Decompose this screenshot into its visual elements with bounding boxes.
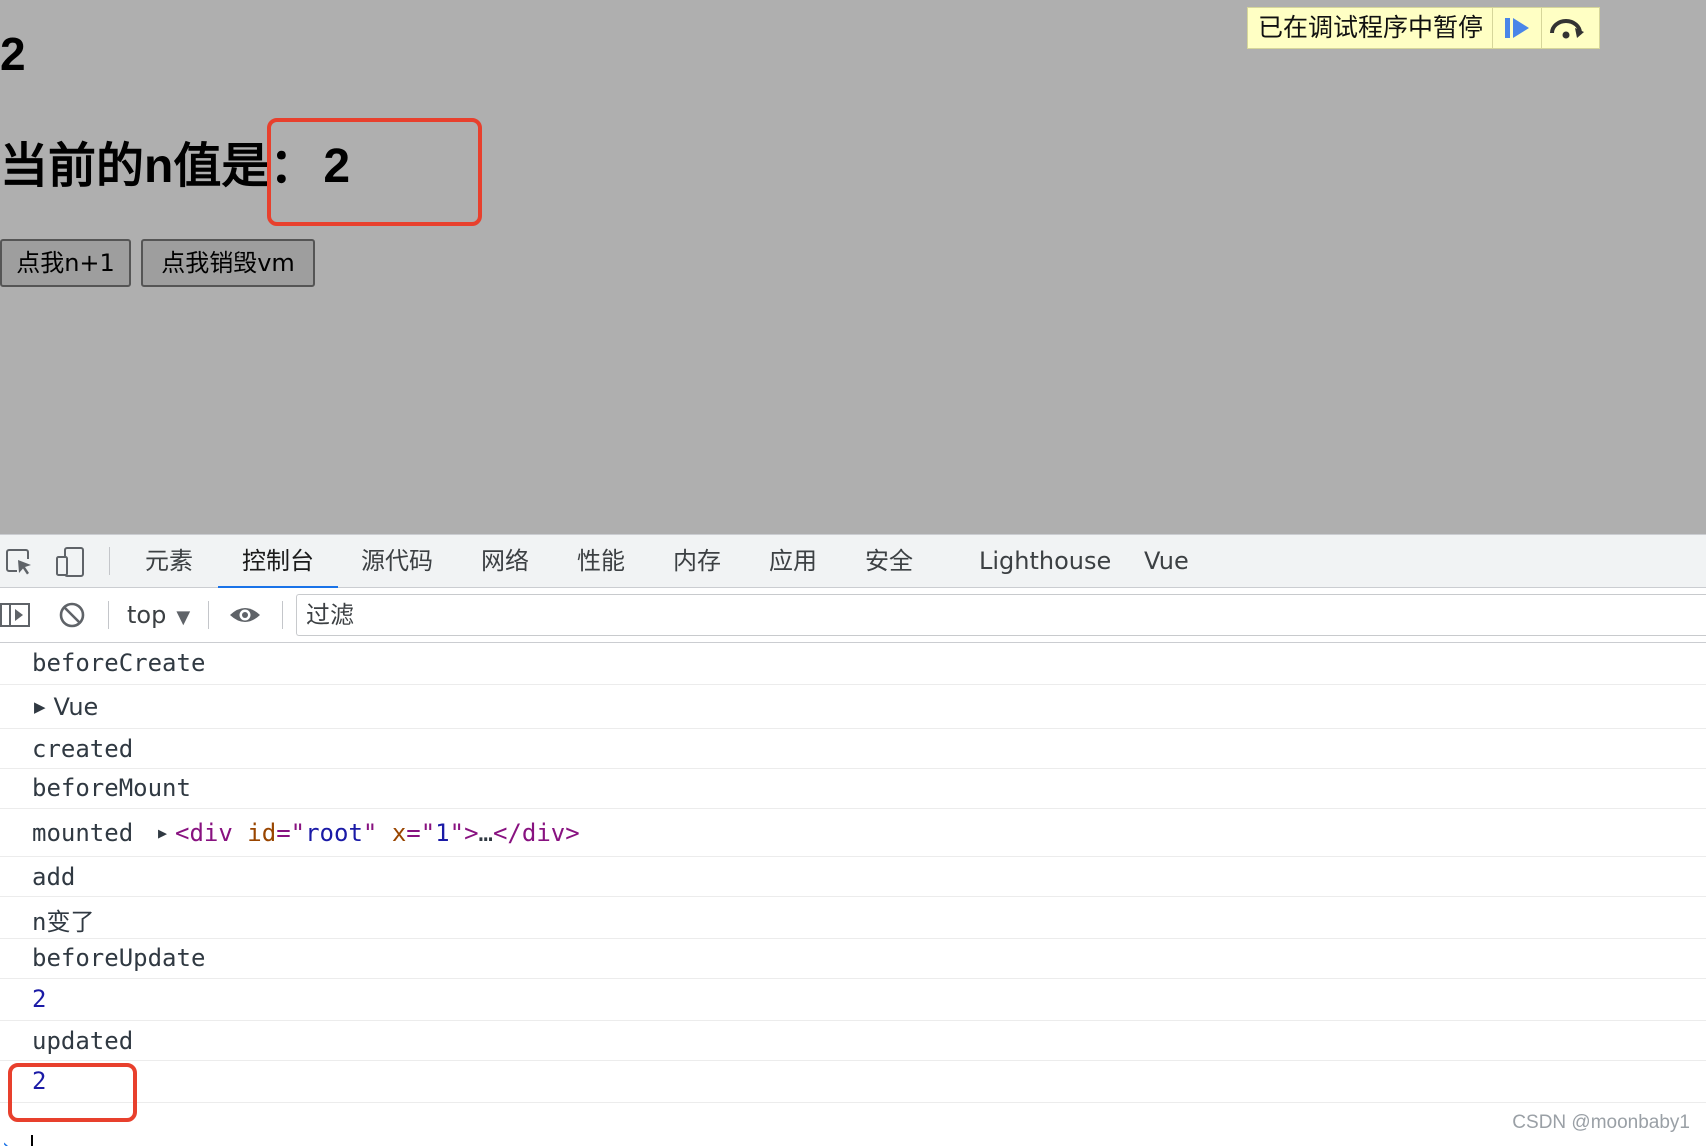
- highlight-box-n-value: [267, 118, 482, 226]
- device-toolbar-icon[interactable]: [55, 547, 87, 577]
- expand-triangle-icon[interactable]: ▶: [158, 824, 167, 842]
- console-log-row: beforeMount: [0, 769, 1706, 809]
- step-over-icon: [1550, 19, 1585, 39]
- console-log-row: mounted ▶ <div id="root" x="1">…</div>: [0, 809, 1706, 857]
- increment-button[interactable]: 点我n+1: [0, 239, 131, 287]
- tab-performance[interactable]: 性能: [577, 535, 625, 589]
- tab-memory[interactable]: 内存: [673, 535, 721, 589]
- console-prompt[interactable]: ›: [0, 1134, 1706, 1146]
- console-output: beforeCreate ▶ Vue created beforeMount mo…: [0, 643, 1706, 1146]
- watermark: CSDN @moonbaby1: [1512, 1112, 1690, 1133]
- tab-application[interactable]: 应用: [769, 535, 817, 589]
- console-log-row: beforeUpdate: [0, 939, 1706, 979]
- ellipsis: …: [478, 819, 493, 847]
- log-message: Vue: [53, 693, 99, 721]
- tab-console[interactable]: 控制台: [218, 535, 338, 589]
- attr-value: root: [305, 819, 363, 847]
- console-log-row: 2: [0, 979, 1706, 1021]
- text-caret: [31, 1135, 33, 1146]
- resume-icon: [1505, 18, 1530, 38]
- highlight-box-console-value: [8, 1063, 137, 1122]
- tab-elements[interactable]: 元素: [145, 535, 193, 589]
- console-log-row: created: [0, 729, 1706, 769]
- log-message: beforeMount: [32, 774, 191, 802]
- devtools-panel: 元素 控制台 源代码 网络 性能 内存 应用 安全 Lighthouse Vue…: [0, 534, 1706, 1146]
- console-filter-input[interactable]: [296, 594, 1706, 636]
- toolbar-separator: [108, 601, 109, 629]
- console-log-row: updated: [0, 1021, 1706, 1061]
- log-number: 2: [32, 985, 47, 1013]
- console-log-row: add: [0, 857, 1706, 897]
- context-value: top: [127, 601, 167, 629]
- attr-name: id: [247, 819, 277, 847]
- console-toolbar: top ▼: [0, 588, 1706, 643]
- page-viewport: 2 当前的n值是： 2 点我n+1 点我销毁vm 已在调试程序中暂停: [0, 0, 1706, 534]
- attr-name: x: [391, 819, 407, 847]
- console-log-row: 2: [0, 1061, 1706, 1103]
- counter-value: 2: [0, 28, 26, 80]
- paused-label: 已在调试程序中暂停: [1258, 13, 1484, 42]
- context-selector[interactable]: top ▼: [127, 596, 190, 634]
- prompt-chevron-icon: ›: [2, 1135, 11, 1146]
- console-log-row: beforeCreate: [0, 643, 1706, 685]
- log-message: beforeUpdate: [32, 944, 206, 972]
- sidebar-toggle-icon[interactable]: [0, 601, 32, 629]
- paused-in-debugger-overlay: 已在调试程序中暂停: [1247, 7, 1600, 49]
- attr-value: 1: [435, 819, 450, 847]
- destroy-vm-button[interactable]: 点我销毁vm: [141, 239, 315, 287]
- step-over-button[interactable]: [1541, 8, 1590, 48]
- clear-console-icon[interactable]: [58, 601, 86, 629]
- tab-lighthouse[interactable]: Lighthouse: [979, 535, 1111, 589]
- tab-separator: [109, 547, 110, 575]
- toolbar-separator: [282, 601, 283, 629]
- log-message: created: [32, 735, 134, 763]
- resume-button[interactable]: [1492, 8, 1541, 48]
- log-message: mounted: [32, 819, 134, 847]
- log-message: n变了: [32, 908, 95, 936]
- console-log-row[interactable]: ▶ Vue: [0, 685, 1706, 729]
- tab-vue[interactable]: Vue: [1144, 535, 1189, 589]
- toolbar-separator: [208, 601, 209, 629]
- tab-sources[interactable]: 源代码: [361, 535, 433, 589]
- element-tag: div: [189, 819, 233, 847]
- log-message: updated: [32, 1027, 134, 1055]
- dropdown-arrow-icon: ▼: [176, 607, 191, 628]
- log-message: beforeCreate: [32, 649, 206, 677]
- element-preview[interactable]: ▶ <div id="root" x="1">…</div>: [158, 819, 580, 847]
- devtools-tab-bar: 元素 控制台 源代码 网络 性能 内存 应用 安全 Lighthouse Vue: [0, 534, 1706, 589]
- tab-network[interactable]: 网络: [481, 535, 529, 589]
- inspect-element-icon[interactable]: [4, 547, 34, 577]
- closing-tag: </div>: [492, 819, 580, 847]
- tab-security[interactable]: 安全: [865, 535, 913, 589]
- live-expression-eye-icon[interactable]: [228, 603, 262, 627]
- console-log-row: n变了: [0, 897, 1706, 939]
- log-message: add: [32, 863, 76, 891]
- expand-triangle-icon[interactable]: ▶: [34, 698, 46, 716]
